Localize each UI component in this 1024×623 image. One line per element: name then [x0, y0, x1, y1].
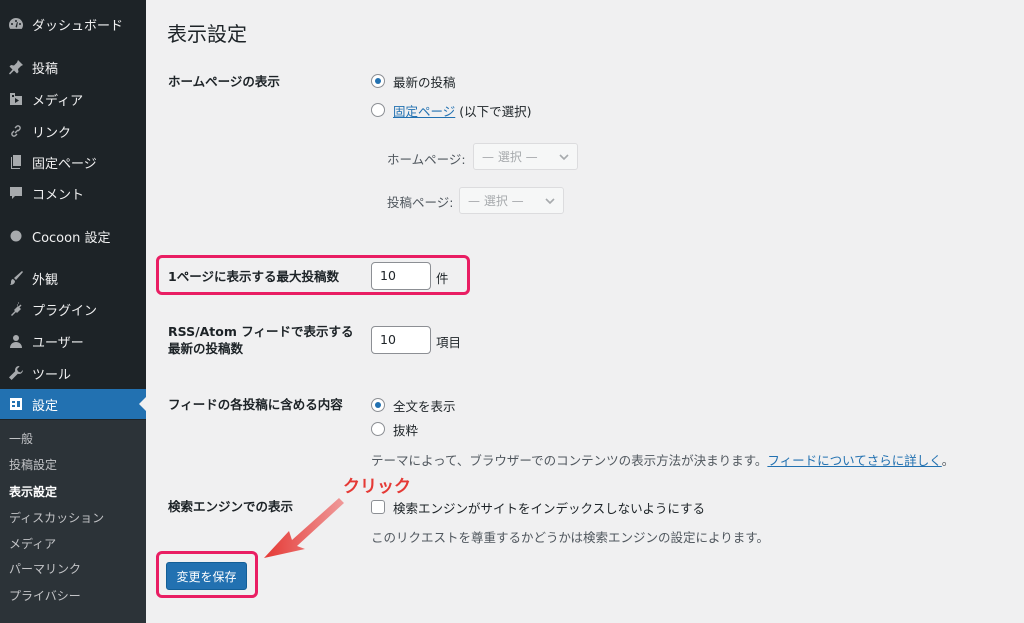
- feed-count-label: RSS/Atom フィードで表示する 最新の投稿数: [168, 324, 354, 356]
- feed-content-description: テーマによって、ブラウザーでのコンテンツの表示方法が決まります。フィードについて…: [371, 453, 955, 468]
- plugin-icon: [7, 300, 25, 318]
- sidebar-item-label: ツール: [32, 367, 72, 383]
- sidebar-item-plugins[interactable]: プラグイン: [0, 294, 146, 324]
- submenu-general[interactable]: 一般: [9, 429, 33, 449]
- static-page-link[interactable]: 固定ページ: [393, 104, 455, 119]
- sidebar-item-dashboard[interactable]: ダッシュボード: [0, 9, 146, 39]
- sidebar-item-label: Cocoon 設定: [32, 230, 111, 246]
- settings-icon: [7, 395, 25, 413]
- brush-icon: [7, 269, 25, 287]
- discourage-search-label: 検索エンジンがサイトをインデックスしないようにする: [393, 501, 706, 516]
- media-icon: [7, 90, 25, 108]
- sidebar-item-users[interactable]: ユーザー: [0, 326, 146, 356]
- sidebar-item-cocoon[interactable]: Cocoon 設定: [0, 221, 146, 251]
- sidebar-item-appearance[interactable]: 外観: [0, 263, 146, 293]
- latest-posts-label: 最新の投稿: [393, 75, 456, 90]
- posts-page-select-label: 投稿ページ:: [387, 195, 454, 210]
- user-icon: [7, 332, 25, 350]
- comment-icon: [7, 184, 25, 202]
- posts-per-page-label: 1ページに表示する最大投稿数: [168, 269, 339, 284]
- sidebar-item-pages[interactable]: 固定ページ: [0, 147, 146, 177]
- page-icon: [7, 153, 25, 171]
- sidebar-item-tools[interactable]: ツール: [0, 358, 146, 388]
- sidebar-item-label: メディア: [32, 93, 84, 109]
- submenu-permalinks[interactable]: パーマリンク: [9, 559, 81, 579]
- homepage-select-label: ホームページ:: [387, 152, 466, 167]
- feed-count-unit: 項目: [436, 335, 462, 350]
- feed-learn-more-link[interactable]: フィードについてさらに詳しく: [767, 453, 941, 468]
- sidebar-item-label: ダッシュボード: [32, 18, 124, 34]
- sidebar-item-label: 外観: [32, 272, 59, 288]
- radio-latest-posts[interactable]: [371, 74, 385, 88]
- homepage-display-label: ホームページの表示: [168, 74, 280, 89]
- admin-sidebar: ダッシュボード 投稿 メディア リンク 固定ページ コメント Cocoon 設定…: [0, 0, 146, 623]
- sidebar-item-label: コメント: [32, 187, 85, 203]
- chevron-down-icon: [544, 195, 556, 207]
- chevron-down-icon: [558, 151, 570, 163]
- search-engine-description: このリクエストを尊重するかどうかは検索エンジンの設定によります。: [371, 530, 770, 545]
- pin-icon: [7, 58, 25, 76]
- link-icon: [7, 122, 25, 140]
- submenu-privacy[interactable]: プライバシー: [9, 586, 81, 606]
- dashboard-icon: [7, 15, 25, 33]
- sidebar-item-settings[interactable]: 設定: [0, 389, 146, 419]
- sidebar-item-label: プラグイン: [32, 303, 98, 319]
- circle-icon: [7, 227, 25, 245]
- submenu-reading[interactable]: 表示設定: [9, 482, 57, 502]
- save-button[interactable]: 変更を保存: [166, 562, 247, 590]
- homepage-select[interactable]: — 選択 —: [473, 143, 578, 170]
- radio-excerpt[interactable]: [371, 422, 385, 436]
- submenu-discussion[interactable]: ディスカッション: [9, 508, 104, 528]
- radio-static-page[interactable]: [371, 103, 385, 117]
- sidebar-item-label: 設定: [32, 398, 59, 414]
- posts-per-page-input[interactable]: 10: [371, 262, 431, 290]
- posts-per-page-unit: 件: [436, 271, 449, 286]
- sidebar-item-label: リンク: [32, 125, 72, 141]
- feed-content-label: フィードの各投稿に含める内容: [168, 397, 343, 412]
- posts-page-select[interactable]: — 選択 —: [459, 187, 564, 214]
- feed-count-input[interactable]: 10: [371, 326, 431, 354]
- submenu-writing[interactable]: 投稿設定: [9, 455, 57, 475]
- settings-submenu: 一般 投稿設定 表示設定 ディスカッション メディア パーマリンク プライバシー: [0, 420, 146, 623]
- static-page-option: 固定ページ (以下で選択): [393, 104, 532, 119]
- submenu-media[interactable]: メディア: [9, 534, 56, 554]
- radio-full-text[interactable]: [371, 398, 385, 412]
- page-title: 表示設定: [167, 22, 247, 46]
- main-content: 表示設定 ホームページの表示 最新の投稿 固定ページ (以下で選択) ホームペー…: [146, 0, 1024, 623]
- sidebar-item-label: ユーザー: [32, 335, 84, 351]
- full-text-label: 全文を表示: [393, 399, 456, 414]
- sidebar-item-label: 投稿: [32, 61, 59, 77]
- sidebar-item-comments[interactable]: コメント: [0, 178, 146, 208]
- discourage-search-checkbox[interactable]: [371, 500, 385, 514]
- excerpt-label: 抜粋: [393, 423, 419, 438]
- sidebar-item-media[interactable]: メディア: [0, 84, 146, 114]
- wrench-icon: [7, 364, 25, 382]
- sidebar-item-links[interactable]: リンク: [0, 116, 146, 146]
- search-engine-label: 検索エンジンでの表示: [168, 499, 294, 514]
- sidebar-item-label: 固定ページ: [32, 156, 97, 172]
- click-annotation: クリック: [343, 477, 411, 497]
- sidebar-item-posts[interactable]: 投稿: [0, 52, 146, 82]
